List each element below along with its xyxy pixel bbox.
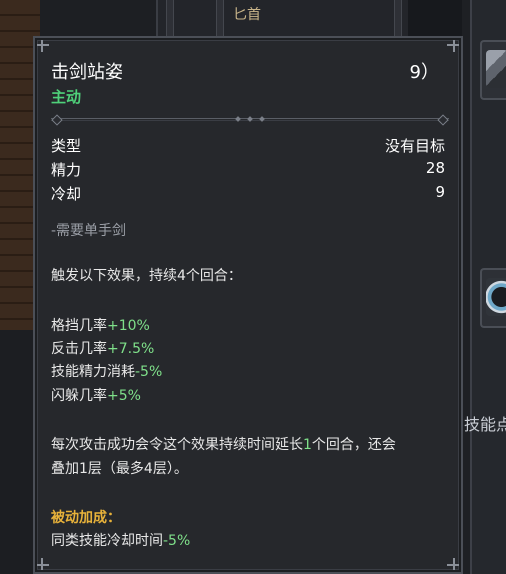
inventory-item-label[interactable]: 匕首: [233, 4, 261, 24]
skill-title: 击剑站姿: [51, 62, 123, 83]
skill-icon: [486, 50, 506, 88]
inventory-panel-top: [156, 0, 408, 40]
frame-corner-ornament: [37, 556, 51, 570]
stat-value-type: 没有目标: [384, 137, 445, 155]
extend-suffix: 个回合，还会: [311, 437, 396, 453]
section-divider: [51, 114, 449, 126]
stat-value-energy: 28: [425, 159, 445, 177]
trigger-prefix: 触发以下效果，持续: [51, 268, 177, 284]
skill-tooltip: 击剑站姿 9） 主动 类型 没有目标 精力 28 冷却 9 -需要单手剑 触发以…: [33, 36, 463, 574]
passive-bonus-line: 同类技能冷却时间-5%: [51, 530, 190, 550]
effect-line: 闪躲几率+5%: [51, 385, 141, 405]
passive-value: -5%: [163, 533, 191, 549]
frame-corner-ornament: [37, 40, 51, 54]
skill-slot[interactable]: [480, 40, 506, 100]
game-screen: 匕首 技能点 击剑站姿 9） 主动 类型 没有目标 精力 28 冷却 9 -需要…: [0, 0, 506, 574]
skill-title-suffix: 9）: [409, 62, 439, 83]
effect-value: -5%: [135, 364, 163, 380]
effect-label: 闪躲几率: [51, 388, 107, 404]
panel-divider: [166, 0, 174, 40]
extend-turns: 1: [303, 437, 312, 453]
stack-description-line: 叠加1层（最多4层）。: [51, 461, 188, 477]
skill-points-label: 技能点: [464, 415, 506, 434]
passive-label: 同类技能冷却时间: [51, 533, 163, 549]
passive-bonus-title: 被动加成：: [51, 510, 121, 526]
effect-value: +7.5%: [107, 341, 155, 357]
effect-label: 反击几率: [51, 341, 107, 357]
requirement-text: -需要单手剑: [51, 223, 127, 239]
effect-value: +10%: [107, 318, 150, 334]
stat-label-cooldown: 冷却: [51, 185, 82, 203]
extend-description-line: 每次攻击成功会令这个效果持续时间延长1个回合，还会: [51, 434, 396, 454]
frame-corner-ornament: [445, 556, 459, 570]
trigger-count: 4: [177, 268, 186, 284]
trigger-suffix: 个回合：: [185, 268, 242, 284]
effect-value: +5%: [107, 388, 141, 404]
panel-divider: [394, 0, 402, 40]
skill-type-badge: 主动: [51, 88, 82, 106]
extend-prefix: 每次攻击成功会令这个效果持续时间延长: [51, 437, 303, 453]
panel-divider: [216, 0, 224, 40]
stat-label-energy: 精力: [51, 161, 82, 179]
skill-icon: [486, 278, 506, 316]
stat-label-type: 类型: [51, 137, 82, 155]
skill-slot[interactable]: [480, 268, 506, 328]
background-top-area: [40, 0, 160, 40]
frame-corner-ornament: [445, 40, 459, 54]
effect-line: 反击几率+7.5%: [51, 338, 154, 358]
effect-label: 技能精力消耗: [51, 364, 135, 380]
effect-line: 格挡几率+10%: [51, 315, 150, 335]
trigger-description: 触发以下效果，持续4个回合：: [51, 265, 242, 285]
stat-value-cooldown: 9: [435, 183, 445, 201]
effect-line: 技能精力消耗-5%: [51, 361, 162, 381]
effect-label: 格挡几率: [51, 318, 107, 334]
